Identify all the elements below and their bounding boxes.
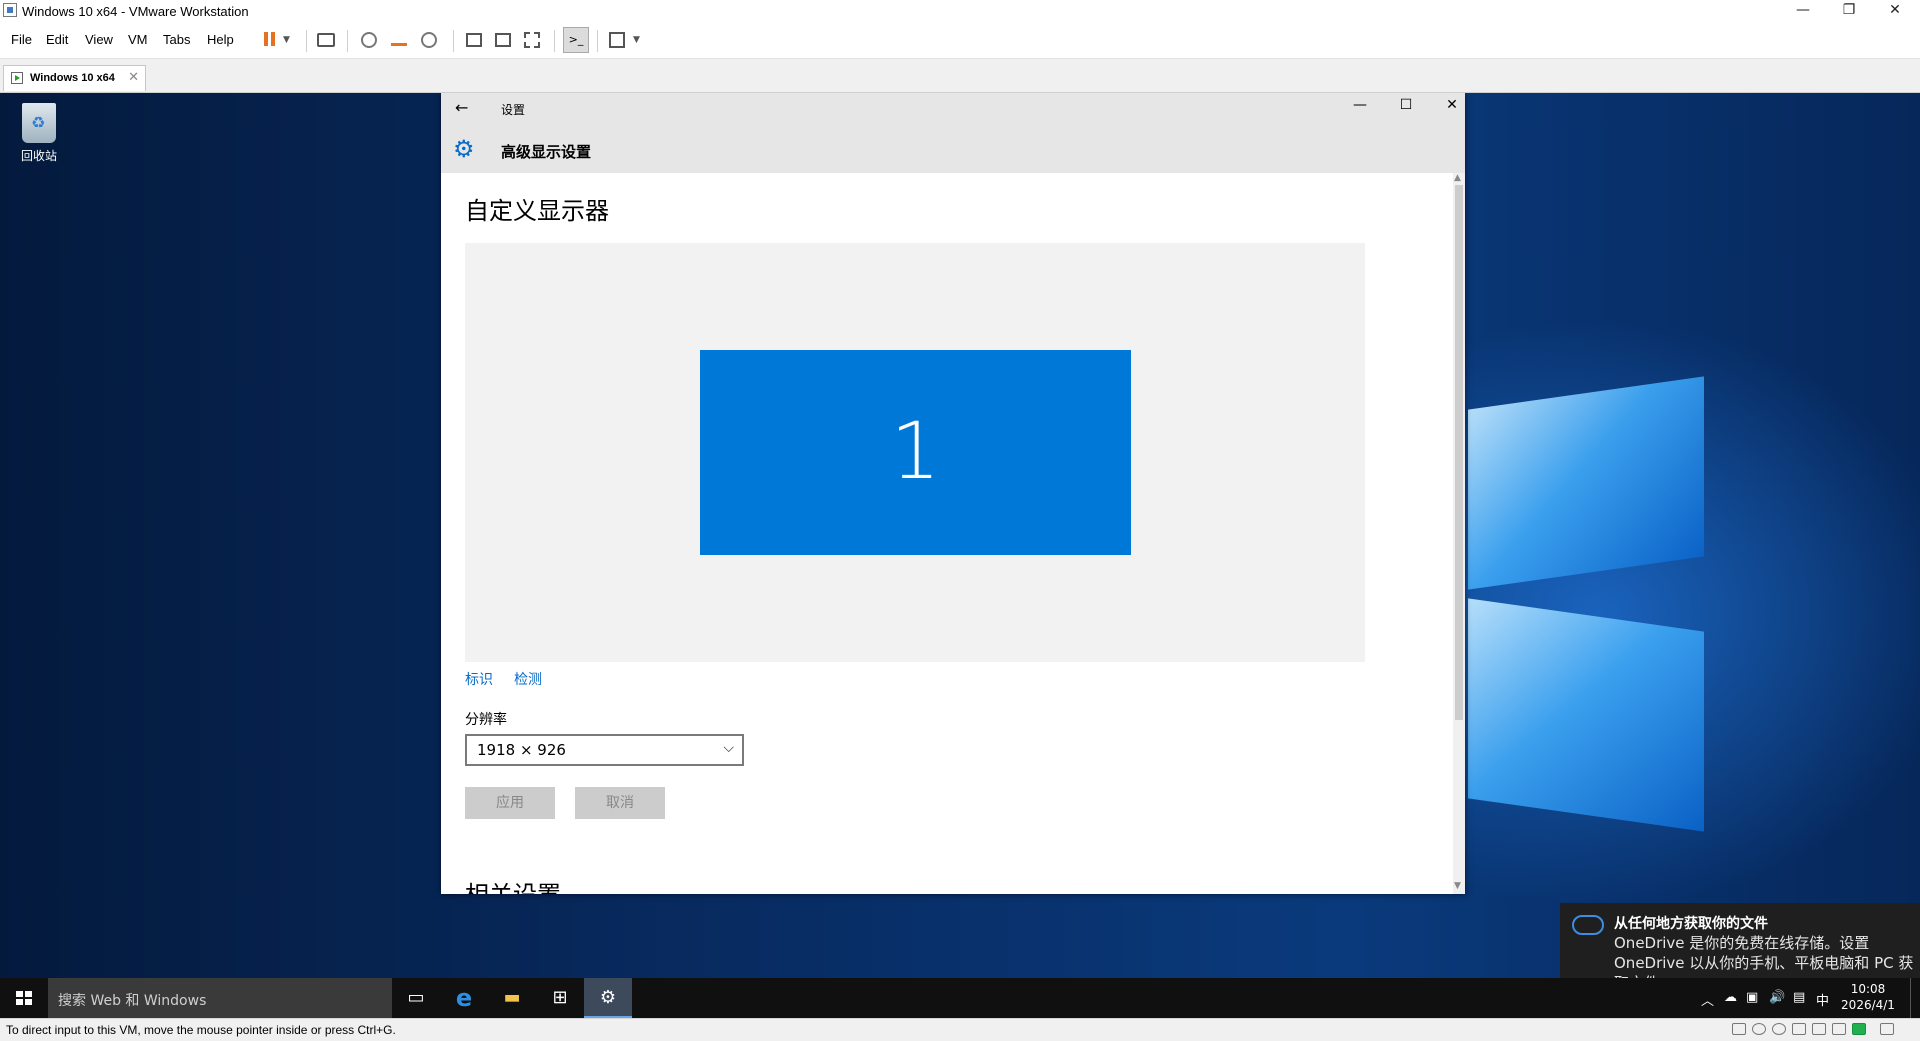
show-library-icon[interactable]	[466, 33, 482, 47]
vmware-app-icon	[3, 3, 17, 17]
settings-window: ← 设置 — ☐ ✕ ⚙ 高级显示设置 自定义显示器 1 标识 检测 分辨率 1…	[441, 93, 1465, 894]
taskbar-clock[interactable]: 10:08 2026/4/1	[1838, 981, 1898, 1013]
pause-dropdown-icon[interactable]: ▼	[283, 30, 303, 50]
cd-dvd-icon[interactable]	[1752, 1023, 1766, 1035]
sound-card-icon[interactable]	[1832, 1023, 1846, 1035]
file-explorer-icon[interactable]: ▬	[488, 978, 536, 1018]
menu-help[interactable]: Help	[207, 32, 234, 47]
chevron-down-icon: ⌵	[723, 740, 734, 756]
toolbar-separator	[306, 30, 307, 52]
settings-close-button[interactable]: ✕	[1430, 97, 1474, 113]
search-placeholder: 搜索 Web 和 Windows	[58, 993, 207, 1009]
menu-view[interactable]: View	[85, 32, 113, 47]
pause-icon[interactable]	[261, 30, 281, 50]
onedrive-tray-icon[interactable]: ☁	[1724, 990, 1737, 1005]
vm-running-icon	[11, 72, 23, 84]
settings-scrollbar[interactable]: ▲ ▼	[1453, 173, 1465, 894]
notification-title: 从任何地方获取你的文件	[1614, 916, 1768, 932]
menu-file[interactable]: File	[11, 32, 32, 47]
stretch-dropdown-icon[interactable]: ▼	[633, 30, 653, 50]
windows-logo-pane	[1468, 598, 1704, 832]
send-ctrl-alt-del-icon[interactable]	[317, 33, 335, 47]
toolbar-separator	[347, 30, 348, 52]
menu-toolbar: File Edit View VM Tabs Help ▼ >_ ▼	[0, 22, 1920, 59]
monitor-arrangement-area: 1	[465, 243, 1365, 662]
gear-icon: ⚙	[453, 135, 475, 163]
action-center-icon[interactable]: ▤	[1793, 990, 1805, 1005]
identify-link[interactable]: 标识	[465, 669, 493, 689]
clock-time: 10:08	[1850, 982, 1886, 996]
store-icon[interactable]: ⊞	[536, 978, 584, 1018]
windows-logo-pane	[1468, 376, 1704, 590]
thumbnail-bar-icon[interactable]	[495, 33, 511, 47]
snapshot-manager-icon[interactable]	[421, 32, 437, 48]
network-adapter-icon[interactable]	[1792, 1023, 1806, 1035]
related-settings-title: 相关设置	[465, 875, 561, 894]
start-button[interactable]	[0, 978, 48, 1018]
restore-button[interactable]: ❐	[1826, 0, 1872, 22]
taskbar-search-box[interactable]: 搜索 Web 和 Windows	[48, 978, 392, 1018]
close-button[interactable]: ✕	[1872, 0, 1918, 22]
monitor-tile-1[interactable]: 1	[700, 350, 1131, 555]
snapshot-icon[interactable]	[361, 32, 377, 48]
tab-close-icon[interactable]: ✕	[128, 70, 139, 85]
resolution-dropdown[interactable]: 1918 × 926 ⌵	[465, 734, 744, 766]
volume-icon[interactable]: 🔊	[1769, 990, 1785, 1005]
floppy-icon[interactable]	[1772, 1023, 1786, 1035]
menu-tabs[interactable]: Tabs	[163, 32, 190, 47]
recycle-bin[interactable]: 回收站	[14, 103, 64, 164]
menu-vm[interactable]: VM	[128, 32, 148, 47]
download-icon[interactable]	[1880, 1023, 1894, 1035]
resolution-value: 1918 × 926	[477, 741, 566, 759]
hard-disk-icon[interactable]	[1732, 1023, 1746, 1035]
scroll-thumb[interactable]	[1455, 185, 1463, 720]
toolbar-separator	[554, 30, 555, 52]
scroll-down-icon[interactable]: ▼	[1454, 881, 1461, 891]
clock-date: 2026/4/1	[1841, 998, 1895, 1012]
back-arrow-icon[interactable]: ←	[455, 98, 468, 117]
settings-content: 自定义显示器 1 标识 检测 分辨率 1918 × 926 ⌵ 应用 取消 相关…	[441, 173, 1453, 894]
window-title: Windows 10 x64 - VMware Workstation	[22, 4, 249, 19]
menu-edit[interactable]: Edit	[46, 32, 68, 47]
apply-button[interactable]: 应用	[465, 787, 555, 819]
ime-indicator[interactable]: 中	[1816, 990, 1829, 1009]
network-icon[interactable]: ▣	[1746, 990, 1758, 1005]
recycle-bin-icon	[22, 103, 56, 143]
taskbar: 搜索 Web 和 Windows ▭ e ▬ ⊞ ⚙ ︿ ☁ ▣ 🔊 ▤ 中 1…	[0, 978, 1920, 1018]
section-title: 自定义显示器	[465, 197, 609, 225]
settings-maximize-button[interactable]: ☐	[1384, 97, 1428, 113]
tab-label: Windows 10 x64	[30, 72, 115, 84]
settings-header: ← 设置 — ☐ ✕ ⚙ 高级显示设置	[441, 93, 1465, 173]
status-message: To direct input to this VM, move the mou…	[6, 1023, 396, 1037]
usb-icon[interactable]	[1812, 1023, 1826, 1035]
tab-windows-10-x64[interactable]: Windows 10 x64 ✕	[3, 65, 146, 91]
minimize-button[interactable]: —	[1780, 0, 1826, 22]
cancel-button[interactable]: 取消	[575, 787, 665, 819]
tray-overflow-icon[interactable]: ︿	[1701, 990, 1714, 1009]
vm-message-icon[interactable]	[1852, 1023, 1866, 1035]
scroll-up-icon[interactable]: ▲	[1454, 173, 1461, 183]
show-desktop-button[interactable]	[1910, 978, 1917, 1018]
vmware-statusbar: To direct input to this VM, move the mou…	[0, 1018, 1920, 1041]
settings-minimize-button[interactable]: —	[1338, 97, 1382, 113]
vmware-titlebar: Windows 10 x64 - VMware Workstation — ❐ …	[0, 0, 1920, 22]
settings-taskbar-icon[interactable]: ⚙	[584, 978, 632, 1018]
resolution-label: 分辨率	[465, 712, 507, 728]
vm-tab-strip: Windows 10 x64 ✕	[0, 59, 1920, 93]
stretch-guest-icon[interactable]	[609, 32, 625, 48]
guest-desktop[interactable]: 回收站 ← 设置 — ☐ ✕ ⚙ 高级显示设置 自定义显示器 1 标识 检测 分…	[0, 93, 1920, 1018]
recycle-bin-label: 回收站	[20, 149, 57, 163]
windows-logo-icon	[16, 991, 32, 1005]
detect-link[interactable]: 检测	[514, 669, 542, 689]
task-view-icon[interactable]: ▭	[392, 978, 440, 1018]
settings-app-name: 设置	[501, 103, 526, 117]
toolbar-separator	[597, 30, 598, 52]
toolbar-separator	[453, 30, 454, 52]
revert-snapshot-icon[interactable]	[391, 32, 407, 46]
full-screen-icon[interactable]	[524, 32, 540, 48]
onedrive-cloud-icon	[1572, 915, 1604, 935]
edge-icon[interactable]: e	[440, 978, 488, 1018]
page-title: 高级显示设置	[501, 143, 592, 161]
console-view-icon[interactable]: >_	[563, 27, 589, 53]
